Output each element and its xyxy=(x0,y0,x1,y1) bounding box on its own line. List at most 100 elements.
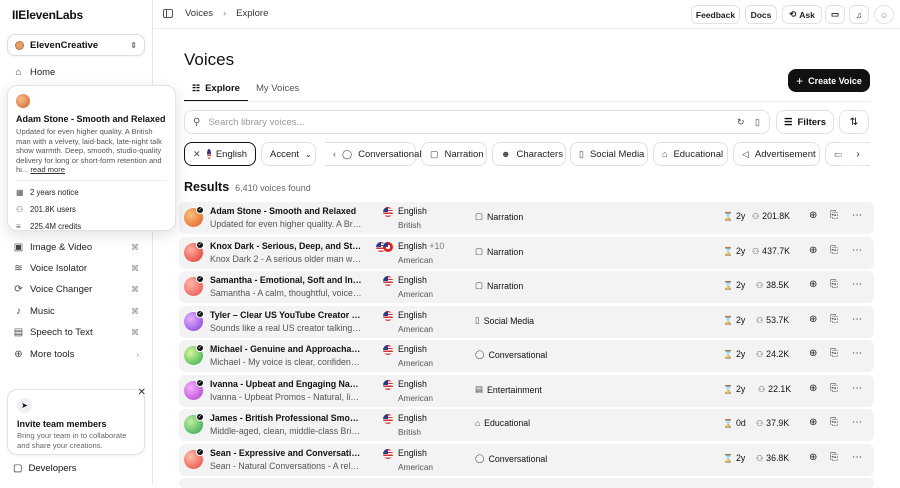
file-search-icon[interactable]: ▯ xyxy=(755,117,760,128)
filters-button[interactable]: ☰ Filters xyxy=(776,110,834,134)
voice-category: ▯ Social Media xyxy=(475,315,534,326)
users-label: 201.8K xyxy=(762,211,791,221)
add-voice-icon[interactable]: ⎘ xyxy=(830,314,838,325)
create-voice-button[interactable]: + Create Voice xyxy=(788,69,870,92)
more-icon[interactable]: ⋯ xyxy=(852,314,862,325)
play-icon[interactable]: ⊕ xyxy=(809,314,817,325)
graduation-icon: ⌂ xyxy=(475,418,481,428)
add-voice-icon[interactable]: ⎘ xyxy=(830,452,838,463)
add-voice-icon[interactable]: ⎘ xyxy=(830,210,838,221)
sort-button[interactable]: ⇅ xyxy=(839,110,869,134)
chip-characters[interactable]: ☻ Characters xyxy=(492,142,566,166)
docs-button[interactable]: Docs xyxy=(745,5,777,24)
sidebar-item-developers[interactable]: ▢ Developers xyxy=(7,459,145,478)
voice-row[interactable]: ✓ Tyler – Clear US YouTube Creator Voice… xyxy=(179,306,874,338)
tab-my-voices[interactable]: My Voices xyxy=(248,76,307,101)
more-icon[interactable]: ⋯ xyxy=(852,417,862,428)
voice-age: ⌛ 2y xyxy=(723,280,745,290)
voice-row[interactable]: ✓ Samantha - Emotional, Soft and Intimat… xyxy=(179,271,874,303)
tab-bar: ☷ Explore My Voices xyxy=(184,76,307,101)
invite-team-card[interactable]: ➤ Invite team members Bring your team in… xyxy=(7,387,146,455)
voice-name: Samantha - Emotional, Soft and Intimate xyxy=(210,275,362,285)
ask-button[interactable]: ⟲ Ask xyxy=(782,5,822,24)
voice-category: ◯ Conversational xyxy=(475,453,547,464)
breadcrumb-voices[interactable]: Voices xyxy=(185,8,213,19)
chip-accent[interactable]: Accent ⌄ xyxy=(261,142,316,166)
workspace-selector[interactable]: ElevenCreative ⇕ xyxy=(7,34,145,56)
voice-name: Michael - Genuine and Approachable xyxy=(210,344,362,354)
book-icon: ▢ xyxy=(475,246,484,256)
verified-icon: ✓ xyxy=(196,275,204,283)
play-icon[interactable]: ⊕ xyxy=(809,452,817,463)
chip-english[interactable]: ✕ English xyxy=(184,142,256,166)
extra-languages[interactable]: +10 xyxy=(429,241,444,251)
sidebar-item-image-video[interactable]: ▣ Image & Video ⌘ xyxy=(7,238,145,257)
notifications-button[interactable]: ♫ xyxy=(849,5,869,24)
play-icon[interactable]: ⊕ xyxy=(809,245,817,256)
voice-accent: American xyxy=(398,358,434,368)
chip-narration[interactable]: ▢ Narration xyxy=(421,142,487,166)
voice-age: ⌛ 2y xyxy=(723,349,745,359)
play-icon[interactable]: ⊕ xyxy=(809,348,817,359)
page-title: Voices xyxy=(184,50,235,69)
add-voice-icon[interactable]: ⎘ xyxy=(830,383,838,394)
more-icon[interactable]: ⋯ xyxy=(852,245,862,256)
sidebar-item-speech-to-text[interactable]: ▤ Speech to Text ⌘ xyxy=(7,323,145,342)
more-icon[interactable]: ⋯ xyxy=(852,348,862,359)
sidebar-item-voice-isolator[interactable]: ≋ Voice Isolator ⌘ xyxy=(7,259,145,278)
more-icon[interactable]: ⋯ xyxy=(852,452,862,463)
play-icon[interactable]: ⊕ xyxy=(809,210,817,221)
chevron-right-icon[interactable]: › xyxy=(848,144,868,164)
read-more-link[interactable]: read more xyxy=(30,165,65,174)
add-voice-icon[interactable]: ⎘ xyxy=(830,279,838,290)
voice-row[interactable]: ✓ Ivanna - Upbeat and Engaging Narrator … xyxy=(179,375,874,407)
voice-name: Knox Dark - Serious, Deep, and Steady xyxy=(210,241,362,251)
sidebar-item-voice-changer[interactable]: ⟳ Voice Changer ⌘ xyxy=(7,280,145,299)
more-icon[interactable]: ⋯ xyxy=(852,210,862,221)
users-icon: ⚇ xyxy=(752,246,760,256)
chip-conversational[interactable]: ‹ ◯ Conversational xyxy=(325,142,421,166)
voice-row[interactable]: ✓ Knox Dark - Serious, Deep, and Steady … xyxy=(179,237,874,269)
add-voice-icon[interactable]: ⎘ xyxy=(830,348,838,359)
chip-label: Characters xyxy=(516,148,563,160)
voice-row[interactable]: ✓ Sean - Expressive and Conversational S… xyxy=(179,444,874,476)
language-label: English xyxy=(398,241,427,251)
chip-educational[interactable]: ⌂ Educational xyxy=(653,142,728,166)
users-label: 38.5K xyxy=(766,280,790,290)
close-icon[interactable]: ✕ xyxy=(193,149,201,160)
feedback-button[interactable]: Feedback xyxy=(691,5,740,24)
prev-icon[interactable]: ‹ xyxy=(333,149,336,159)
search-input[interactable]: Search library voices... xyxy=(208,117,304,128)
more-icon[interactable]: ⋯ xyxy=(852,383,862,394)
results-header: Results 6,410 voices found xyxy=(184,180,311,194)
chip-social-media[interactable]: ▯ Social Media xyxy=(570,142,648,166)
chip-advertisement[interactable]: ◁ Advertisement xyxy=(733,142,820,166)
voice-users: ⚇ 37.9K xyxy=(756,418,789,428)
play-icon[interactable]: ⊕ xyxy=(809,383,817,394)
voice-row[interactable]: ✓ Michael - Genuine and Approachable Mic… xyxy=(179,340,874,372)
text-icon: ▤ xyxy=(13,327,24,338)
sidebar-toggle-icon[interactable] xyxy=(163,9,173,18)
sidebar-item-home[interactable]: ⌂ Home xyxy=(7,63,145,82)
voice-category: ▢ Narration xyxy=(475,211,523,222)
elevenlabs-logo[interactable]: IIElevenLabs xyxy=(12,8,83,22)
voice-row[interactable] xyxy=(179,478,874,488)
voice-avatar xyxy=(16,94,30,108)
search-box[interactable]: ⚲ Search library voices... ↻ ▯ xyxy=(184,110,770,134)
sidebar-item-more-tools[interactable]: ⊕ More tools › xyxy=(7,345,145,364)
refresh-icon[interactable]: ↻ xyxy=(737,117,745,128)
tab-explore[interactable]: ☷ Explore xyxy=(184,76,248,101)
voice-row[interactable]: ✓ Adam Stone - Smooth and Relaxed Update… xyxy=(179,202,874,234)
sidebar-item-label: Image & Video xyxy=(30,242,93,253)
music-icon: ♪ xyxy=(16,306,21,317)
folder-button[interactable]: ▭ xyxy=(825,5,845,24)
play-icon[interactable]: ⊕ xyxy=(809,417,817,428)
add-voice-icon[interactable]: ⎘ xyxy=(830,245,838,256)
voice-row[interactable]: ✓ James - British Professional Smooth Mi… xyxy=(179,409,874,441)
play-icon[interactable]: ⊕ xyxy=(809,279,817,290)
avatar[interactable]: ☺ xyxy=(874,5,894,24)
close-icon[interactable]: ✕ xyxy=(138,387,146,398)
more-icon[interactable]: ⋯ xyxy=(852,279,862,290)
add-voice-icon[interactable]: ⎘ xyxy=(830,417,838,428)
sidebar-item-music[interactable]: ♪ Music ⌘ xyxy=(7,302,145,321)
